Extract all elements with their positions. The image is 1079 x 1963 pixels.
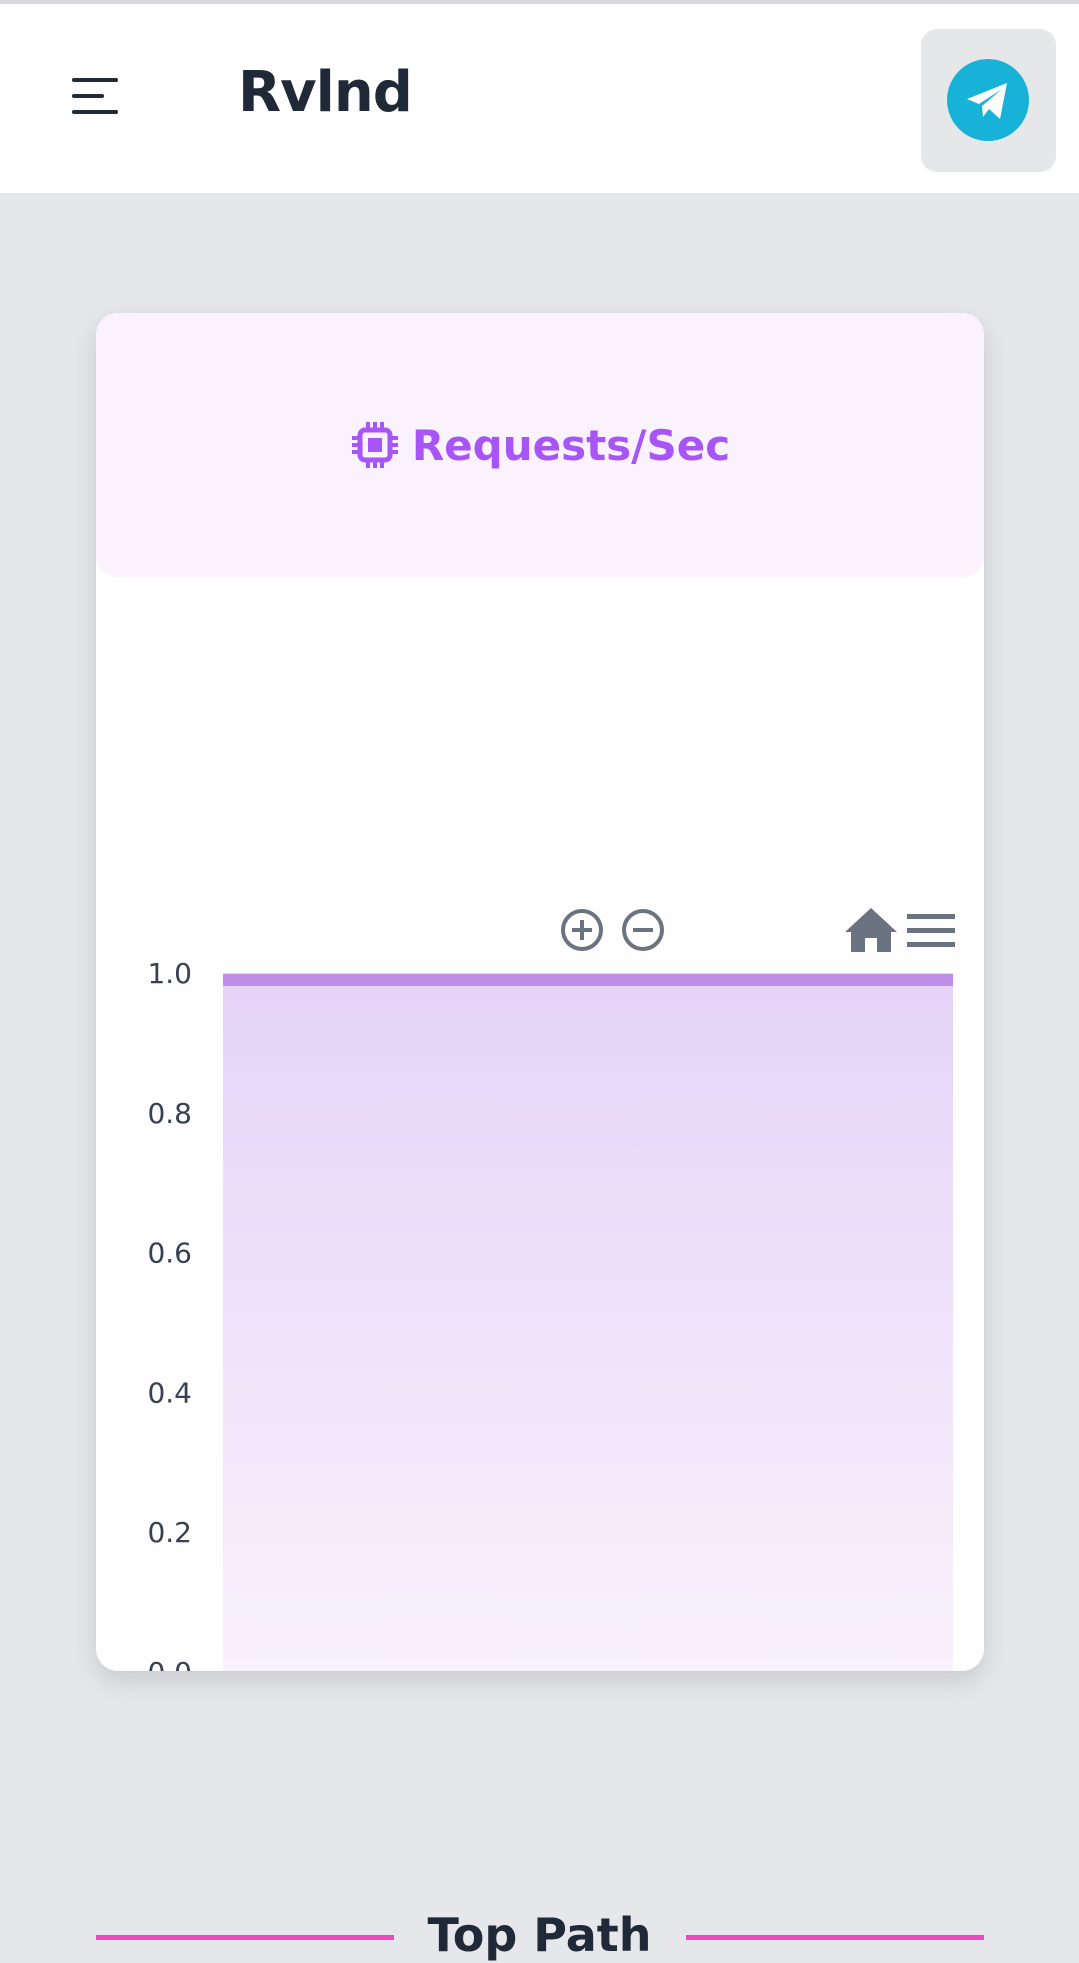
requests-per-sec-card: Requests/Sec 0.0 0.2 0.4 bbox=[96, 313, 984, 1671]
zoom-out-icon[interactable] bbox=[622, 909, 664, 951]
zoom-in-icon[interactable] bbox=[561, 909, 603, 951]
y-tick-label: 0.0 bbox=[147, 1656, 192, 1671]
app-title: Rvlnd bbox=[238, 60, 413, 125]
y-axis-ticks: 0.0 0.2 0.4 0.6 0.8 1.0 bbox=[147, 957, 192, 1671]
y-tick-label: 1.0 bbox=[147, 957, 192, 990]
top-path-section-header: Top Path bbox=[0, 1900, 1079, 1963]
data-point bbox=[830, 979, 832, 981]
y-tick-label: 0.2 bbox=[147, 1516, 192, 1549]
series-area-fill bbox=[223, 974, 953, 1671]
data-point bbox=[465, 979, 467, 981]
home-icon[interactable] bbox=[845, 908, 897, 952]
data-point bbox=[709, 979, 711, 981]
data-point bbox=[587, 979, 589, 981]
data-point bbox=[344, 979, 346, 981]
y-tick-label: 0.8 bbox=[147, 1097, 192, 1130]
requests-chart: 0.00.20.40.60.81.0 7:26:06 PM7:26:08 PM7… bbox=[147, 908, 955, 1671]
cpu-chip-icon bbox=[351, 422, 398, 468]
hamburger-menu-icon[interactable] bbox=[72, 64, 136, 128]
card-title: Requests/Sec bbox=[411, 420, 731, 470]
hamburger-menu-icon[interactable] bbox=[907, 914, 955, 947]
data-point bbox=[222, 979, 224, 981]
series-area bbox=[222, 974, 954, 1671]
y-tick-label: 0.4 bbox=[147, 1376, 192, 1409]
card-header: Requests/Sec bbox=[96, 313, 984, 577]
telegram-icon bbox=[947, 59, 1029, 141]
data-point bbox=[952, 979, 954, 981]
app-header: Rvlnd bbox=[0, 4, 1079, 193]
section-divider-right bbox=[686, 1935, 984, 1940]
y-tick-label: 0.6 bbox=[147, 1237, 192, 1270]
telegram-button[interactable] bbox=[921, 29, 1056, 172]
